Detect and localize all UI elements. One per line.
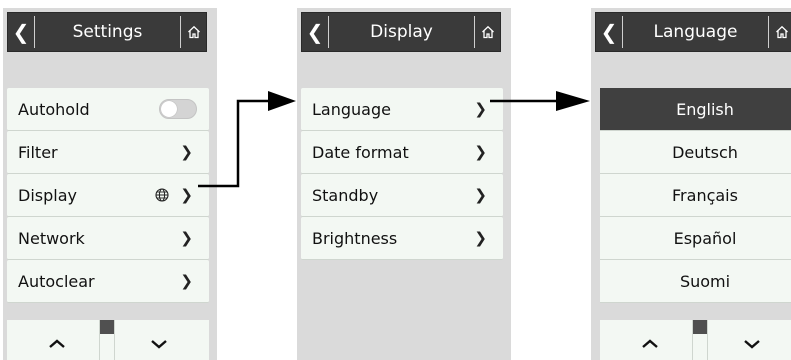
arrowhead-icon: [556, 91, 590, 111]
flow-connectors: [198, 91, 590, 188]
arrowhead-icon: [268, 91, 296, 111]
connector-display-to-language: [198, 99, 270, 188]
